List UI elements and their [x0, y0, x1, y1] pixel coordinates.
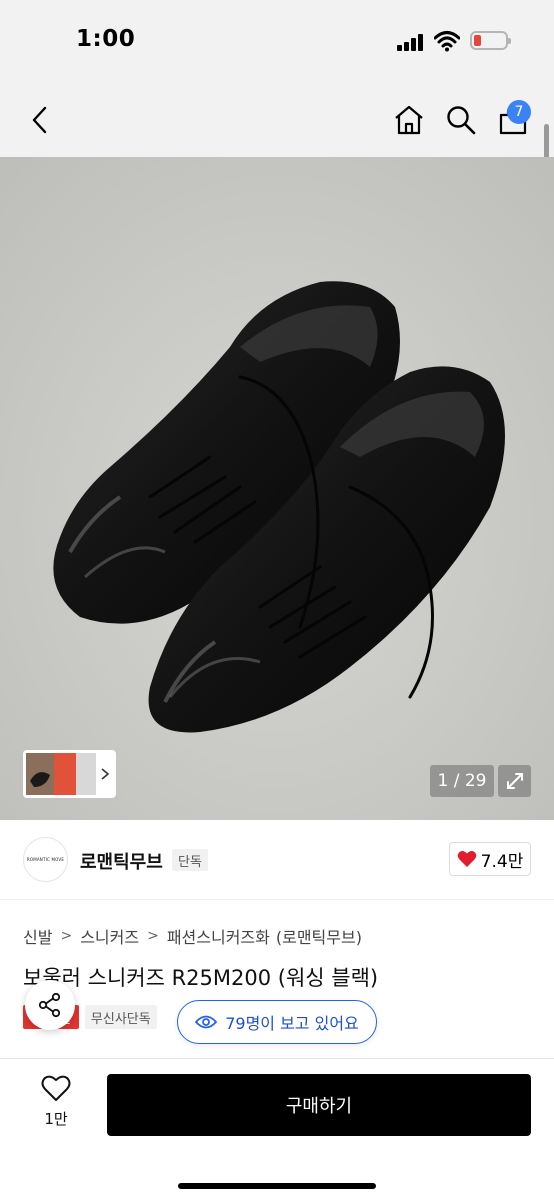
home-icon[interactable] [390, 100, 428, 140]
breadcrumb: 신발 > 스니커즈 > 패션스니커즈화 (로맨틱무브) [23, 924, 362, 948]
viewer-count-text: 79명이 보고 있어요 [225, 1014, 359, 1033]
expand-icon[interactable] [498, 765, 531, 797]
favorite-count: 1만 [44, 1110, 68, 1128]
breadcrumb-item[interactable]: 패션스니커즈화 [167, 924, 270, 948]
search-icon[interactable] [442, 100, 480, 140]
chevron-right-icon[interactable] [96, 753, 113, 795]
breadcrumb-item[interactable]: (로맨틱무브) [276, 924, 362, 948]
product-title: 보울러 스니커즈 R25M200 (워싱 블랙) [23, 966, 379, 990]
share-icon [38, 992, 61, 1018]
thumbnail-image[interactable] [26, 753, 96, 795]
share-button[interactable] [25, 980, 75, 1030]
thumbnail-strip[interactable] [23, 750, 116, 798]
back-icon[interactable] [22, 100, 58, 140]
wifi-icon [434, 31, 460, 52]
viewer-count-pill: 79명이 보고 있어요 [177, 1000, 377, 1044]
status-time: 1:00 [76, 26, 136, 52]
chevron-right-icon: > [147, 928, 159, 944]
nav-bar [0, 80, 554, 157]
cart-count-badge: 7 [507, 100, 531, 124]
brand-row: ROMANTIC MOVE 로맨틱무브 단독 7.4만 [0, 820, 554, 900]
brand-like-button[interactable]: 7.4만 [449, 842, 531, 876]
sneakers-photo [0, 157, 554, 820]
brand-logo-text: ROMANTIC MOVE [26, 857, 65, 862]
buy-button[interactable]: 구매하기 [107, 1074, 531, 1136]
brand-tag: 단독 [172, 849, 208, 871]
heart-filled-icon [457, 851, 476, 867]
signal-icon [397, 33, 423, 51]
battery-icon [470, 31, 511, 50]
breadcrumb-item[interactable]: 스니커즈 [80, 924, 139, 948]
brand-name[interactable]: 로맨틱무브 [80, 848, 163, 874]
image-counter: 1 / 29 [430, 765, 494, 797]
status-bar: 1:00 [0, 0, 554, 80]
home-indicator [178, 1183, 376, 1189]
eye-icon [195, 1015, 218, 1029]
heart-icon [41, 1075, 71, 1101]
bottom-action-bar: 1만 구매하기 [0, 1058, 554, 1200]
exclusive-badge: 무신사단독 [84, 1005, 157, 1029]
product-image[interactable] [0, 157, 554, 820]
brand-logo[interactable]: ROMANTIC MOVE [23, 837, 68, 882]
chevron-right-icon: > [60, 928, 73, 944]
brand-like-count: 7.4만 [480, 851, 524, 872]
breadcrumb-item[interactable]: 신발 [23, 924, 52, 948]
favorite-button[interactable]: 1만 [30, 1075, 82, 1135]
battery-level [474, 35, 481, 46]
